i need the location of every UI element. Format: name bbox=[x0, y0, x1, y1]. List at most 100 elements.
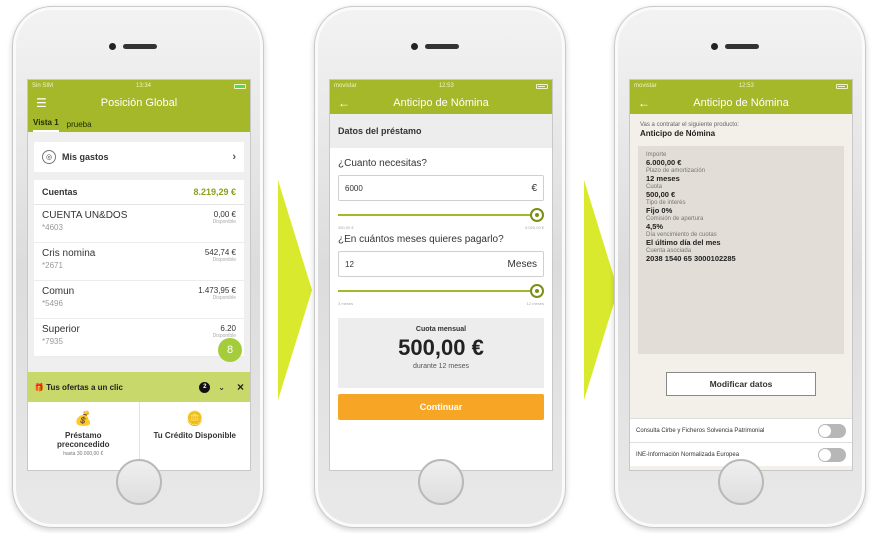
wallet-icon: ◎ bbox=[42, 150, 56, 164]
chevron-down-icon[interactable]: ⌄ bbox=[218, 383, 225, 392]
screen: Sin SIM 13:34 ☰ Posición Global Vista 1 … bbox=[27, 79, 251, 471]
account-number: *4603 bbox=[42, 223, 63, 232]
modificar-datos-button[interactable]: Modificar datos bbox=[666, 372, 816, 396]
page-title: Anticipo de Nómina bbox=[393, 97, 489, 109]
home-button[interactable] bbox=[116, 459, 162, 505]
chevron-right-icon: › bbox=[232, 151, 236, 163]
gift-icon: 🎁 bbox=[34, 382, 47, 392]
phone-datos-prestamo: movistar 12:53 ← Anticipo de Nómina Dato… bbox=[314, 6, 566, 528]
loan-details: Importe 6.000,00 € Plazo de amortización… bbox=[638, 146, 844, 354]
account-number: *5496 bbox=[42, 299, 63, 308]
tab-vista-1[interactable]: Vista 1 bbox=[33, 118, 59, 132]
flow-stage: Sin SIM 13:34 ☰ Posición Global Vista 1 … bbox=[0, 0, 874, 533]
screen: movistar 12:53 ← Anticipo de Nómina Dato… bbox=[329, 79, 553, 471]
home-button[interactable] bbox=[418, 459, 464, 505]
phone-posicion-global: Sin SIM 13:34 ☰ Posición Global Vista 1 … bbox=[12, 6, 264, 528]
speaker-icon bbox=[425, 44, 459, 49]
range-max: 12 meses bbox=[526, 301, 544, 306]
months-input[interactable]: 12 Meses bbox=[338, 251, 544, 277]
carrier: movistar bbox=[634, 83, 657, 89]
cuentas-list: Cuentas 8.219,29 € CUENTA UN&DOS *4603 0,… bbox=[34, 180, 244, 357]
next-step-arrow bbox=[584, 180, 618, 400]
clock: 12:53 bbox=[738, 83, 754, 89]
amount-slider[interactable] bbox=[338, 205, 544, 225]
offer-label: Préstamo preconcedido bbox=[57, 431, 110, 449]
nav-bar: ← Anticipo de Nómina bbox=[330, 92, 552, 114]
detail-value: Fijo 0% bbox=[646, 206, 673, 215]
account-status: Disponible bbox=[212, 295, 236, 301]
account-amount: 542,74 € bbox=[204, 248, 236, 257]
account-name: Cris nomina bbox=[42, 248, 96, 259]
account-row[interactable]: CUENTA UN&DOS *4603 0,00 € Disponible bbox=[34, 205, 244, 243]
range-min: 3 meses bbox=[338, 301, 354, 306]
offer-sub: hasta 30.000,00 € bbox=[63, 451, 104, 457]
account-name: Comun bbox=[42, 286, 75, 297]
account-amount: 0,00 € bbox=[213, 210, 236, 219]
product-name: Anticipo de Nómina bbox=[640, 129, 716, 138]
toggle-switch[interactable] bbox=[818, 447, 846, 462]
account-row[interactable]: Cris nomina *2671 542,74 € Disponible bbox=[34, 243, 244, 281]
person-icon: 8 bbox=[226, 344, 234, 356]
ofertas-bar[interactable]: 🎁 Tus ofertas a un clic 2 ⌄ × bbox=[28, 372, 250, 402]
amount-input[interactable]: 6000 € bbox=[338, 175, 544, 201]
fab-button[interactable]: 8 bbox=[218, 338, 242, 362]
page-title: Posición Global bbox=[100, 97, 178, 109]
offer-credito[interactable]: 🪙 Tu Crédito Disponible bbox=[138, 402, 251, 470]
ofertas-label: Tus ofertas a un clic bbox=[46, 382, 123, 392]
cuentas-title: Cuentas bbox=[42, 187, 78, 197]
account-amount: 6.20 bbox=[220, 324, 236, 333]
toggle-label: Consulta Cirbe y Ficheros Solvencia Patr… bbox=[636, 427, 765, 434]
detail-value: 500,00 € bbox=[646, 190, 676, 199]
detail-value: 4,5% bbox=[646, 222, 664, 231]
cuentas-header: Cuentas 8.219,29 € bbox=[34, 180, 244, 205]
account-row[interactable]: Comun *5496 1.473,95 € Disponible bbox=[34, 281, 244, 319]
detail-value: 6.000,00 € bbox=[646, 158, 682, 167]
months-question: ¿En cuántos meses quieres pagarlo? bbox=[338, 234, 504, 245]
camera-icon bbox=[711, 43, 718, 50]
close-icon[interactable]: × bbox=[237, 380, 244, 394]
home-button[interactable] bbox=[718, 459, 764, 505]
account-number: *2671 bbox=[42, 261, 63, 270]
euro-unit: € bbox=[531, 182, 537, 194]
account-status: Disponible bbox=[212, 219, 236, 225]
clock: 12:53 bbox=[438, 83, 454, 89]
months-slider[interactable] bbox=[338, 281, 544, 301]
slider-handle[interactable] bbox=[530, 208, 544, 222]
screen: movistar 12:53 ← Anticipo de Nómina Vas … bbox=[629, 79, 853, 471]
nav-bar: ← Anticipo de Nómina bbox=[630, 92, 852, 114]
slider-track bbox=[338, 214, 536, 216]
amount-value: 6000 bbox=[345, 183, 363, 193]
account-number: *7935 bbox=[42, 337, 63, 346]
offer-label: Tu Crédito Disponible bbox=[153, 431, 236, 440]
battery-icon bbox=[536, 83, 548, 89]
detail-value: 2038 1540 65 3000102285 bbox=[646, 254, 736, 263]
continuar-button[interactable]: Continuar bbox=[338, 394, 544, 420]
coins-icon: 🪙 bbox=[186, 410, 204, 426]
cuota-value: 500,00 € bbox=[398, 335, 484, 360]
months-range: 3 meses 12 meses bbox=[338, 301, 544, 306]
speaker-icon bbox=[725, 44, 759, 49]
view-tabs: Vista 1 prueba bbox=[28, 114, 250, 132]
status-bar: movistar 12:53 bbox=[630, 80, 852, 92]
offer-prestamo[interactable]: 💰 Préstamo preconcedido hasta 30.000,00 … bbox=[28, 402, 139, 470]
slider-track bbox=[338, 290, 536, 292]
account-status: Disponible bbox=[212, 257, 236, 263]
cuota-summary: Cuota mensual 500,00 € durante 12 meses bbox=[338, 318, 544, 388]
toggle-label: INE-Información Normalizada Europea bbox=[636, 451, 740, 458]
ofertas-count-badge: 2 bbox=[199, 381, 211, 393]
money-bag-icon: 💰 bbox=[74, 410, 92, 426]
amount-question: ¿Cuanto necesitas? bbox=[338, 158, 427, 169]
amount-range: 450,00 € 6.000,00 € bbox=[338, 225, 544, 230]
months-unit: Meses bbox=[507, 258, 537, 270]
mis-gastos-card[interactable]: ◎ Mis gastos › bbox=[34, 142, 244, 172]
camera-icon bbox=[109, 43, 116, 50]
slider-handle[interactable] bbox=[530, 284, 544, 298]
status-bar: movistar 12:53 bbox=[330, 80, 552, 92]
range-max: 6.000,00 € bbox=[525, 225, 544, 230]
tab-prueba[interactable]: prueba bbox=[67, 120, 92, 132]
toggle-switch[interactable] bbox=[818, 423, 846, 438]
cuentas-total: 8.219,29 € bbox=[193, 187, 236, 197]
content: ¿Cuanto necesitas? 6000 € 450,00 € 6.000… bbox=[330, 158, 552, 420]
account-amount: 1.473,95 € bbox=[198, 286, 236, 295]
account-row[interactable]: Superior *7935 6.20 Disponible bbox=[34, 319, 244, 357]
